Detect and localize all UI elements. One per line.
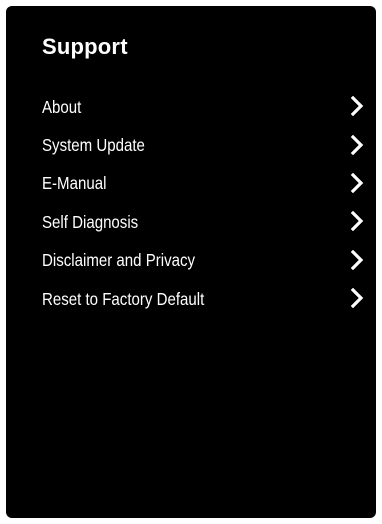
support-menu: About System Update E-Manual Self Diagno… [42, 88, 364, 318]
chevron-right-icon [350, 211, 364, 232]
menu-item-self-diagnosis[interactable]: Self Diagnosis [42, 203, 364, 241]
menu-item-reset-to-factory-default[interactable]: Reset to Factory Default [42, 280, 364, 318]
chevron-right-icon [350, 172, 364, 193]
menu-item-label: Reset to Factory Default [42, 288, 205, 309]
menu-item-system-update[interactable]: System Update [42, 126, 364, 164]
menu-item-label: Self Diagnosis [42, 211, 139, 232]
support-panel: Support About System Update E-Manual Sel… [6, 6, 376, 518]
menu-item-label: Disclaimer and Privacy [42, 250, 196, 271]
menu-item-about[interactable]: About [42, 88, 364, 126]
chevron-right-icon [350, 249, 364, 270]
chevron-right-icon [350, 96, 364, 117]
menu-item-label: System Update [42, 135, 145, 156]
chevron-right-icon [350, 288, 364, 309]
page-title: Support [42, 34, 128, 59]
menu-item-label: E-Manual [42, 173, 107, 194]
chevron-right-icon [350, 134, 364, 155]
menu-item-disclaimer-and-privacy[interactable]: Disclaimer and Privacy [42, 242, 364, 280]
menu-item-e-manual[interactable]: E-Manual [42, 165, 364, 203]
menu-item-label: About [42, 96, 82, 117]
